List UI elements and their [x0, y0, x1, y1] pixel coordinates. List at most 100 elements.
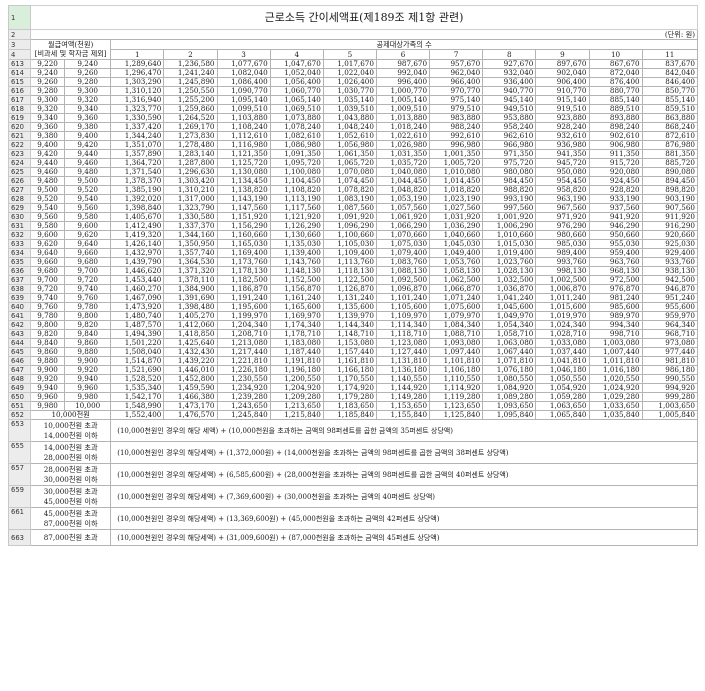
bracket-row: 661 45,000천원 초과 87,000천원 이하 (10,000천원인 경우의 … — [7, 507, 698, 530]
wage-max-cell: 9,940 — [64, 374, 112, 384]
tax-cell: 997,560 — [482, 203, 537, 213]
table-row: 613 9,220 9,240 1,289,640 1,236,580 1,077,670… — [7, 59, 699, 69]
tax-cell: 1,003,080 — [588, 338, 643, 348]
row-number: 632 — [7, 230, 32, 240]
wage-min-cell: 9,960 — [30, 392, 66, 402]
tax-cell: 985,030 — [535, 239, 590, 249]
tax-cell: 1,015,030 — [482, 239, 537, 249]
tax-cell: 1,017,670 — [322, 59, 377, 69]
tax-cell: 1,060,770 — [269, 86, 324, 96]
family-count-header: 2 — [163, 49, 218, 60]
tax-cell: 863,880 — [641, 113, 699, 123]
family-count-header: 11 — [641, 49, 699, 60]
tax-cell: 1,535,340 — [110, 383, 165, 393]
table-row: 625 9,460 9,480 1,371,540 1,296,630 1,130,080… — [7, 167, 699, 177]
tax-cell: 1,096,870 — [375, 284, 431, 294]
tax-cell: 987,670 — [375, 59, 431, 69]
tax-cell: 1,466,380 — [163, 392, 218, 402]
table-row: 650 9,960 9,980 1,542,170 1,466,380 1,239,280… — [7, 392, 699, 402]
tax-cell: 1,019,400 — [482, 248, 537, 258]
tax-cell: 1,425,640 — [163, 338, 218, 348]
tax-cell: 941,920 — [588, 212, 643, 222]
row-number: 2 — [7, 29, 32, 40]
wage-min-cell: 9,760 — [30, 302, 66, 312]
tax-cell: 1,364,720 — [110, 158, 165, 168]
wage-min-cell: 9,460 — [30, 167, 66, 177]
tax-cell: 1,065,140 — [269, 95, 324, 105]
table-row: 644 9,840 9,860 1,501,220 1,425,640 1,213,080… — [7, 338, 699, 348]
table-row: 648 9,920 9,940 1,528,520 1,452,800 1,230,550… — [7, 374, 699, 384]
bracket-row: 659 30,000천원 초과 45,000천원 이하 (10,000천원인 경우의 … — [7, 485, 698, 508]
tax-cell: 963,190 — [535, 194, 590, 204]
tax-cell: 1,528,520 — [110, 374, 165, 384]
wage-min-cell: 9,720 — [30, 284, 66, 294]
wage-max-cell: 9,920 — [64, 365, 112, 375]
wage-min-cell: 9,860 — [30, 347, 66, 357]
family-count-header: 6 — [375, 49, 431, 60]
dependents-label: 공제대상가족의 수 — [110, 39, 698, 50]
tax-cell: 1,371,540 — [110, 167, 165, 177]
wage-min-cell: 9,620 — [30, 239, 66, 249]
tax-cell: 890,080 — [641, 167, 699, 177]
tax-cell: 996,400 — [375, 77, 431, 87]
tax-cell: 1,392,020 — [110, 194, 165, 204]
tax-cell: 1,119,280 — [429, 392, 484, 402]
table-row: 626 9,480 9,500 1,378,370 1,303,420 1,134,450… — [7, 176, 699, 186]
tax-cell: 970,770 — [429, 86, 484, 96]
tax-cell: 1,166,180 — [322, 365, 377, 375]
tax-cell: 1,033,650 — [588, 401, 643, 411]
tax-cell: 1,432,970 — [110, 248, 165, 258]
wage-max-cell: 9,700 — [64, 266, 112, 276]
tax-cell: 1,100,660 — [322, 230, 377, 240]
row-number: 652 — [7, 410, 32, 420]
tax-cell: 1,364,530 — [163, 257, 218, 267]
tax-cell: 1,065,840 — [535, 410, 590, 420]
wage-sub-label: [비과세 및 학자금 제외] — [30, 49, 112, 60]
tax-cell: 1,082,610 — [269, 131, 324, 141]
family-count-header: 10 — [588, 49, 643, 60]
tax-cell: 1,405,670 — [110, 212, 165, 222]
tax-cell: 1,067,440 — [482, 347, 537, 357]
tax-cell: 1,183,080 — [269, 338, 324, 348]
tax-cell: 1,398,480 — [163, 302, 218, 312]
tax-cell: 1,187,440 — [269, 347, 324, 357]
wage-min-cell: 9,840 — [30, 338, 66, 348]
bracket-low: 30,000천원 초과 — [43, 486, 98, 496]
tax-cell: 1,134,450 — [216, 176, 271, 186]
wage-min-cell: 9,600 — [30, 230, 66, 240]
tax-cell: 1,071,240 — [429, 293, 484, 303]
tax-cell: 903,190 — [641, 194, 699, 204]
tax-cell: 1,097,440 — [429, 347, 484, 357]
tax-cell: 1,143,760 — [269, 257, 324, 267]
table-row: 636 9,680 9,700 1,446,620 1,371,320 1,178,130… — [7, 266, 699, 276]
family-count-header: 1 — [110, 49, 165, 60]
tax-cell: 946,870 — [641, 284, 699, 294]
tax-cell: 962,610 — [482, 131, 537, 141]
tax-cell: 933,760 — [641, 257, 699, 267]
tax-cell: 1,344,240 — [110, 131, 165, 141]
tax-cell: 1,476,570 — [163, 410, 218, 420]
tax-cell: 910,770 — [535, 86, 590, 96]
table-row: 619 9,340 9,360 1,330,590 1,264,520 1,103,880… — [7, 113, 699, 123]
row-number: 622 — [7, 140, 32, 150]
tax-cell: 1,048,820 — [375, 185, 431, 195]
tax-cell: 1,209,280 — [269, 392, 324, 402]
tax-cell: 1,118,130 — [322, 266, 377, 276]
row-number: 650 — [7, 392, 32, 402]
tax-cell: 1,105,600 — [375, 302, 431, 312]
tax-cell: 902,040 — [535, 68, 590, 78]
tax-cell: 954,450 — [535, 176, 590, 186]
row-number: 659 — [7, 485, 32, 508]
row-number: 1 — [7, 5, 32, 30]
family-count-header: 5 — [322, 49, 377, 60]
tax-cell: 1,001,920 — [482, 212, 537, 222]
tax-cell: 1,035,720 — [375, 158, 431, 168]
tax-cell: 1,508,040 — [110, 347, 165, 357]
tax-cell: 1,109,970 — [375, 311, 431, 321]
tax-cell: 1,070,080 — [322, 167, 377, 177]
table-row: 633 9,620 9,640 1,426,140 1,350,950 1,165,030… — [7, 239, 699, 249]
bracket-high: 30,000천원 이하 — [43, 474, 98, 484]
tax-cell: 1,130,660 — [269, 230, 324, 240]
wage-min-cell: 9,360 — [30, 122, 66, 132]
tax-cell: 981,240 — [588, 293, 643, 303]
